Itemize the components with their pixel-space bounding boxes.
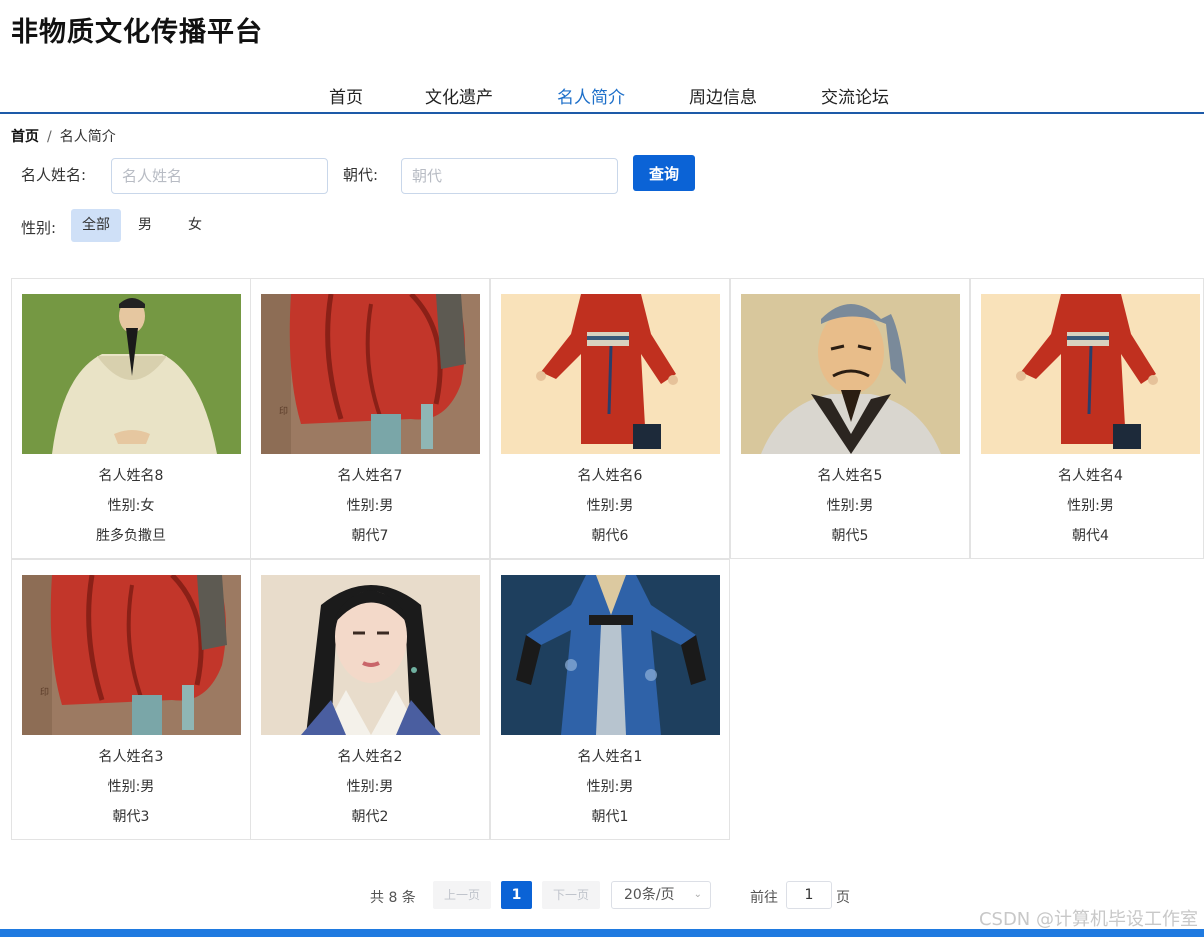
celebrity-card[interactable]: 名人姓名5 性别:男 朝代5 (730, 278, 970, 559)
celebrity-photo[interactable] (261, 575, 480, 735)
gender-option-male[interactable]: 男 (125, 209, 165, 242)
gender-option-all[interactable]: 全部 (71, 209, 121, 242)
celebrity-gender: 性别:男 (826, 498, 874, 514)
celebrity-dynasty: 胜多负撒旦 (96, 528, 166, 544)
celebrity-card[interactable]: 名人姓名4 性别:男 朝代4 (970, 278, 1204, 559)
celebrity-photo[interactable] (22, 294, 241, 454)
celebrity-grid: 名人姓名8 性别:女 胜多负撒旦 名人姓名7 性别:男 朝代7 名人姓名6 性别… (11, 278, 1204, 841)
celebrity-gender: 性别:男 (346, 779, 394, 795)
search-form: 名人姓名: 朝代: 查询 (0, 155, 760, 196)
celebrity-gender: 性别:男 (586, 779, 634, 795)
watermark: CSDN @计算机毕设工作室 (978, 909, 1198, 930)
celebrity-dynasty: 朝代5 (831, 528, 869, 544)
page-suffix: 页 (836, 890, 850, 906)
bottom-bar (0, 929, 1204, 937)
celebrity-gender: 性别:男 (1067, 498, 1114, 514)
celebrity-card[interactable]: 名人姓名2 性别:男 朝代2 (250, 559, 490, 840)
breadcrumb-home[interactable]: 首页 (11, 129, 39, 145)
name-input[interactable] (111, 158, 328, 194)
celebrity-photo[interactable] (981, 294, 1200, 454)
celebrity-photo[interactable] (22, 575, 241, 735)
chevron-down-icon: ⌄ (693, 889, 702, 900)
celebrity-name: 名人姓名5 (817, 468, 883, 484)
name-label: 名人姓名: (21, 166, 87, 184)
celebrity-card[interactable]: 名人姓名8 性别:女 胜多负撒旦 (11, 278, 251, 559)
celebrity-card[interactable]: 名人姓名3 性别:男 朝代3 (11, 559, 251, 840)
dynasty-label: 朝代: (343, 166, 379, 184)
celebrity-card[interactable]: 名人姓名7 性别:男 朝代7 (250, 278, 490, 559)
gender-filter: 性别: 全部 男 女 (0, 209, 300, 243)
celebrity-dynasty: 朝代4 (1072, 528, 1109, 544)
page-size-select[interactable]: 20条/页 ⌄ (611, 881, 711, 909)
celebrity-card[interactable]: 名人姓名6 性别:男 朝代6 (490, 278, 730, 559)
celebrity-name: 名人姓名1 (577, 749, 643, 765)
celebrity-gender: 性别:男 (346, 498, 394, 514)
goto-label: 前往 (750, 890, 778, 906)
prev-page-button[interactable]: 上一页 (433, 881, 491, 909)
gender-label: 性别: (21, 219, 57, 237)
next-page-button[interactable]: 下一页 (542, 881, 600, 909)
nav-item-home[interactable]: 首页 (329, 83, 363, 108)
celebrity-photo[interactable] (741, 294, 960, 454)
celebrity-name: 名人姓名8 (98, 468, 164, 484)
celebrity-name: 名人姓名3 (98, 749, 164, 765)
celebrity-card[interactable]: 名人姓名1 性别:男 朝代1 (490, 559, 730, 840)
celebrity-name: 名人姓名6 (577, 468, 643, 484)
celebrity-name: 名人姓名7 (337, 468, 403, 484)
nav-item-celebrities[interactable]: 名人简介 (557, 83, 625, 108)
query-button[interactable]: 查询 (633, 155, 695, 191)
celebrity-gender: 性别:男 (586, 498, 634, 514)
celebrity-name: 名人姓名2 (337, 749, 403, 765)
page-size-value: 20条/页 (624, 887, 675, 903)
dynasty-input[interactable] (401, 158, 618, 194)
nav-item-nearby[interactable]: 周边信息 (689, 83, 757, 108)
celebrity-dynasty: 朝代2 (351, 809, 389, 825)
goto-page-input[interactable] (786, 881, 832, 909)
nav-item-forum[interactable]: 交流论坛 (821, 83, 889, 108)
page-number-current[interactable]: 1 (501, 881, 532, 909)
breadcrumb-current: 名人简介 (59, 129, 116, 145)
site-title: 非物质文化传播平台 (11, 17, 263, 48)
nav-item-heritage[interactable]: 文化遗产 (425, 83, 493, 108)
breadcrumb-separator: / (47, 129, 52, 145)
celebrity-gender: 性别:男 (107, 779, 155, 795)
celebrity-name: 名人姓名4 (1058, 468, 1123, 484)
celebrity-dynasty: 朝代1 (591, 809, 629, 825)
pagination-total: 共 8 条 (370, 890, 416, 906)
celebrity-dynasty: 朝代3 (112, 809, 150, 825)
celebrity-dynasty: 朝代6 (591, 528, 629, 544)
main-nav: 首页 文化遗产 名人简介 周边信息 交流论坛 (0, 78, 1204, 114)
celebrity-dynasty: 朝代7 (351, 528, 389, 544)
gender-option-female[interactable]: 女 (175, 209, 215, 242)
celebrity-gender: 性别:女 (107, 498, 155, 514)
breadcrumb: 首页 / 名人简介 (11, 126, 116, 146)
celebrity-photo[interactable] (501, 575, 720, 735)
celebrity-photo[interactable] (501, 294, 720, 454)
celebrity-photo[interactable] (261, 294, 480, 454)
